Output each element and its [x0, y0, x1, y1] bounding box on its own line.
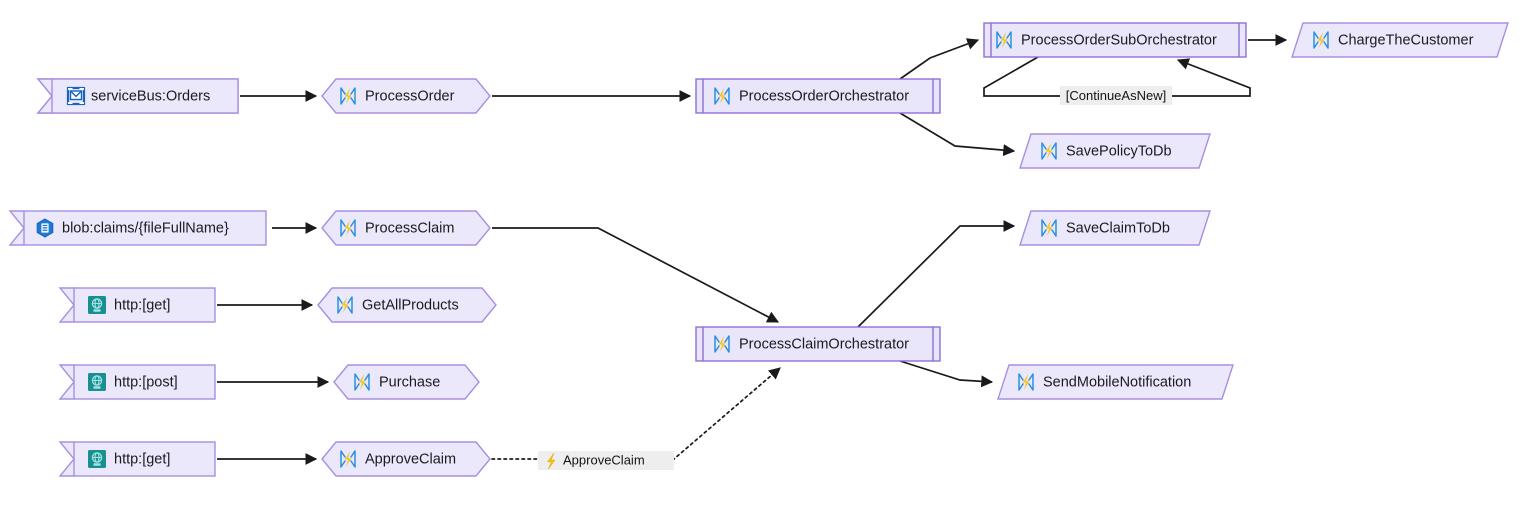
orchestration-diagram-canvas: [ContinueAsNew] ApproveClaim serviceBus:… [8, 22, 1509, 477]
edge-approveclaim-event-to-claimorchestrator [491, 367, 781, 460]
node-label: ProcessOrderSubOrchestrator [1021, 32, 1217, 48]
node-label: ProcessOrderOrchestrator [739, 88, 909, 104]
node-label: http:[get] [114, 297, 170, 313]
node-process-order-orchestrator[interactable]: ProcessOrderOrchestrator [695, 78, 941, 114]
node-approve-claim[interactable]: ApproveClaim [321, 441, 491, 477]
edge-processclaim-to-claimorchestrator [492, 227, 780, 323]
edge-claimorchestrator-to-saveclaimtodb [857, 220, 1016, 328]
node-http-post-purchase[interactable]: http:[post] [58, 364, 216, 400]
node-save-claim-to-db[interactable]: SaveClaimToDb [1019, 210, 1211, 246]
edge-label-continue-as-new: [ContinueAsNew] [1060, 86, 1172, 105]
node-send-mobile-notification[interactable]: SendMobileNotification [997, 364, 1234, 400]
node-label: SavePolicyToDb [1066, 143, 1172, 159]
node-label: http:[post] [114, 374, 178, 390]
node-process-order[interactable]: ProcessOrder [321, 78, 491, 114]
node-label: ProcessClaim [365, 220, 454, 236]
node-get-all-products[interactable]: GetAllProducts [317, 287, 497, 323]
http-icon [87, 295, 107, 315]
edge-claimorchestrator-to-sendmobilenotification [899, 360, 994, 388]
node-http-get-all-products[interactable]: http:[get] [58, 287, 216, 323]
node-layer: serviceBus:Orders ProcessOrder ProcessOr… [8, 22, 1509, 477]
node-blob-claims[interactable]: blob:claims/{fileFullName} [8, 210, 267, 246]
node-label: GetAllProducts [362, 297, 459, 313]
node-charge-the-customer[interactable]: ChargeTheCustomer [1291, 22, 1509, 58]
node-label: ProcessOrder [365, 88, 455, 104]
node-label: ChargeTheCustomer [1338, 32, 1474, 48]
node-label: SendMobileNotification [1043, 374, 1191, 390]
node-process-claim[interactable]: ProcessClaim [321, 210, 491, 246]
blob-icon [36, 218, 54, 238]
node-label: SaveClaimToDb [1066, 220, 1170, 236]
http-icon [87, 449, 107, 469]
node-process-order-sub-orchestrator[interactable]: ProcessOrderSubOrchestrator [983, 22, 1247, 58]
node-label: ApproveClaim [365, 451, 456, 467]
node-http-get-approve[interactable]: http:[get] [58, 441, 216, 477]
node-process-claim-orchestrator[interactable]: ProcessClaimOrchestrator [695, 326, 941, 362]
node-servicebus-orders[interactable]: serviceBus:Orders [36, 78, 239, 114]
edge-label-approve-claim-event: ApproveClaim [538, 451, 674, 470]
continue-as-new-label: [ContinueAsNew] [1066, 88, 1166, 103]
node-purchase[interactable]: Purchase [333, 364, 480, 400]
node-label: Purchase [379, 374, 440, 390]
node-label: ProcessClaimOrchestrator [739, 336, 909, 352]
node-label: serviceBus:Orders [91, 88, 210, 104]
approve-claim-event-label: ApproveClaim [563, 452, 645, 467]
http-icon [87, 372, 107, 392]
node-save-policy-to-db[interactable]: SavePolicyToDb [1019, 133, 1211, 169]
node-label: blob:claims/{fileFullName} [62, 220, 229, 236]
edge-orchestrator-to-suborchestrator [899, 38, 980, 80]
edge-orchestrator-to-savepolicytodb [899, 112, 1016, 157]
node-label: http:[get] [114, 451, 170, 467]
